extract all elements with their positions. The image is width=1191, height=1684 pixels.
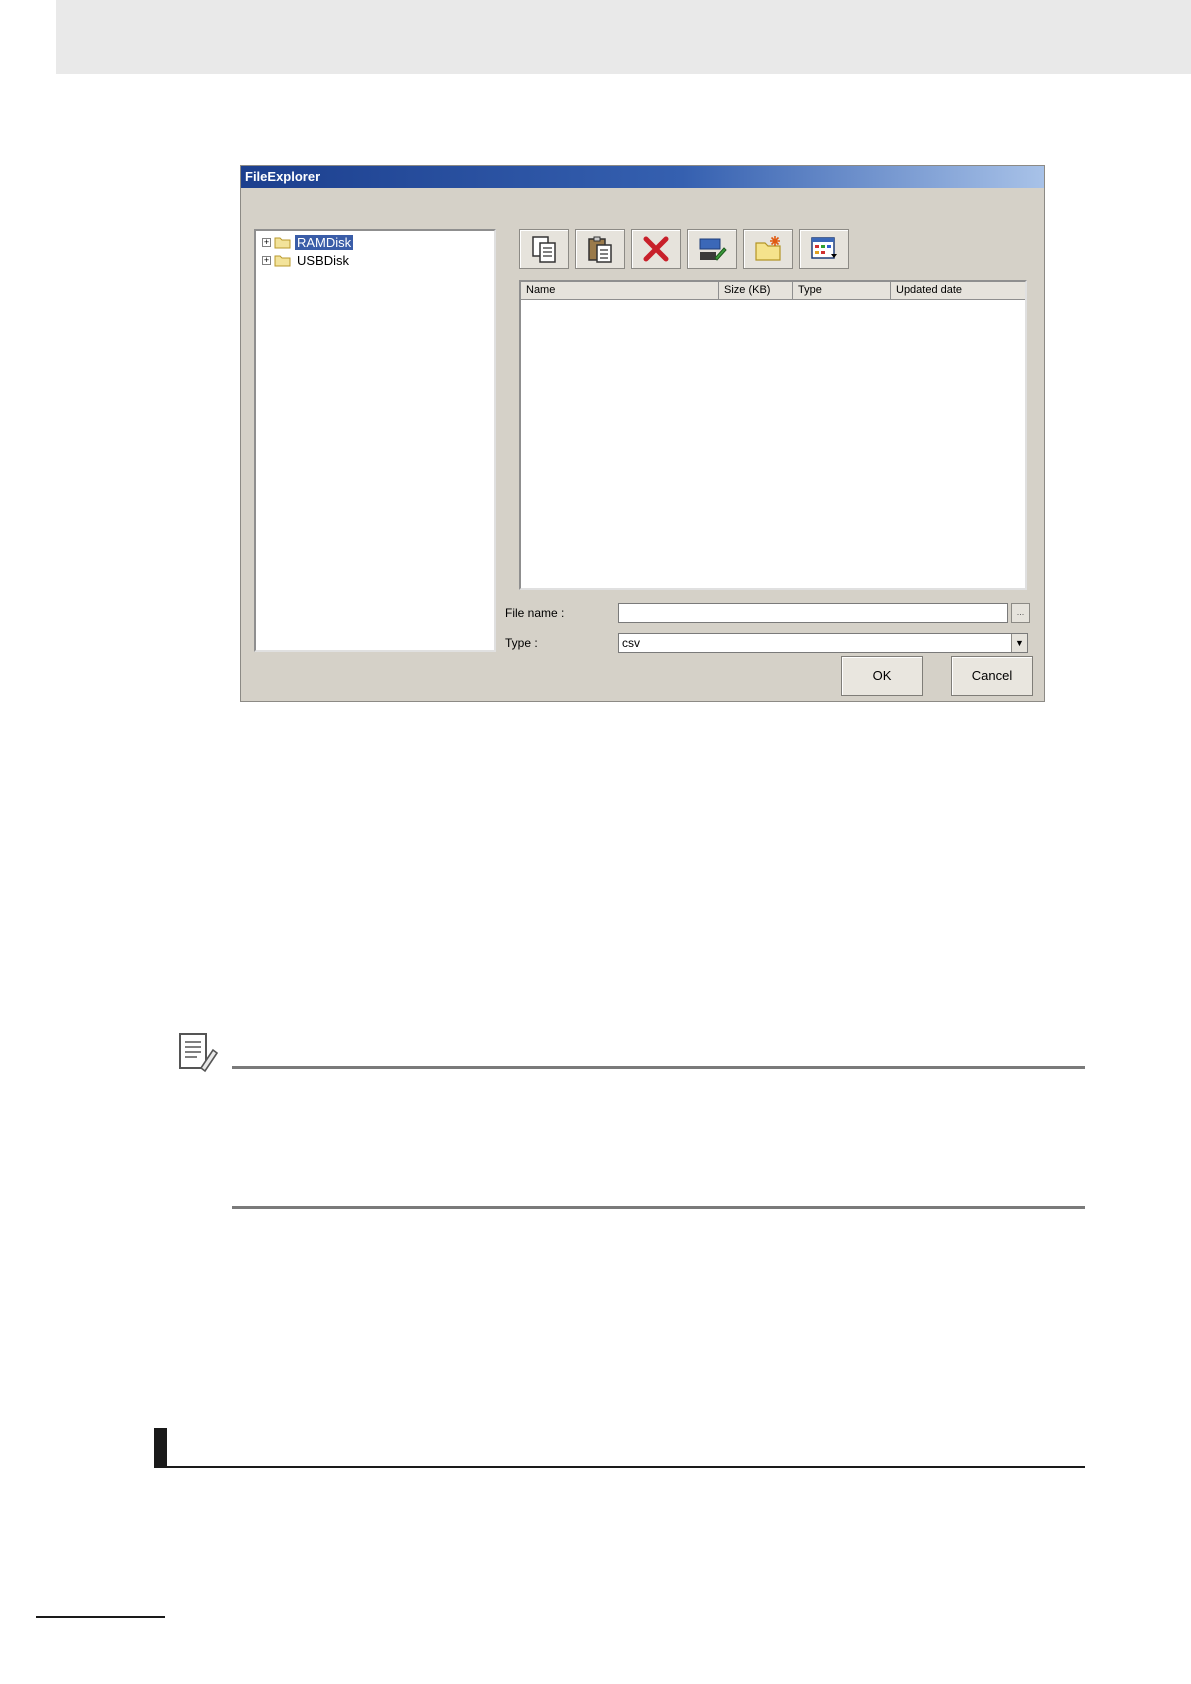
folder-icon [274,255,291,267]
file-list-header: Name Size (KB) Type Updated date [521,282,1025,300]
section-heading-marker [154,1428,167,1468]
tree-node-label: RAMDisk [295,234,354,250]
chevron-down-icon[interactable]: ▼ [1011,634,1027,652]
column-header-type[interactable]: Type [793,282,891,299]
paste-button[interactable] [575,229,625,269]
column-header-size[interactable]: Size (KB) [719,282,793,299]
folder-tree[interactable]: + RAMDisk + USBDisk [254,229,496,652]
file-name-label: File name : [505,606,565,620]
expand-icon[interactable]: + [262,237,271,247]
delete-button[interactable] [631,229,681,269]
page-header-band [56,0,1191,74]
tree-node-usbdisk[interactable]: + USBDisk [256,251,494,269]
copy-icon [532,236,556,263]
tree-node-label: USBDisk [297,252,350,268]
rename-button[interactable] [687,229,737,269]
column-header-updated-date[interactable]: Updated date [891,282,1025,299]
section-heading-rule [154,1466,1085,1468]
type-select[interactable]: csv ▼ [618,633,1028,653]
tree-node-ramdisk[interactable]: + RAMDisk [256,233,494,251]
expand-icon[interactable]: + [262,255,271,265]
new-folder-button[interactable] [743,229,793,269]
delete-x-icon [643,236,669,262]
file-list[interactable]: Name Size (KB) Type Updated date [519,280,1027,590]
paste-icon [588,236,612,263]
browse-button[interactable]: ... [1011,603,1030,623]
note-top-rule [232,1066,1085,1069]
view-button[interactable] [799,229,849,269]
cancel-button[interactable]: Cancel [951,656,1033,696]
toolbar [519,229,849,271]
type-label: Type : [505,636,538,650]
type-select-value: csv [622,636,640,650]
footer-rule [36,1616,165,1618]
rename-icon [699,238,727,261]
file-explorer-dialog: FileExplorer + RAMDisk + USBDisk Name Si… [240,165,1045,702]
file-name-input[interactable] [618,603,1008,623]
folder-icon [274,237,291,249]
ok-button[interactable]: OK [841,656,923,696]
note-bottom-rule [232,1206,1085,1209]
column-header-name[interactable]: Name [521,282,719,299]
dialog-title: FileExplorer [241,166,1044,188]
copy-button[interactable] [519,229,569,269]
view-grid-icon [811,237,837,259]
new-folder-icon [755,236,781,261]
note-pencil-icon [179,1033,219,1073]
